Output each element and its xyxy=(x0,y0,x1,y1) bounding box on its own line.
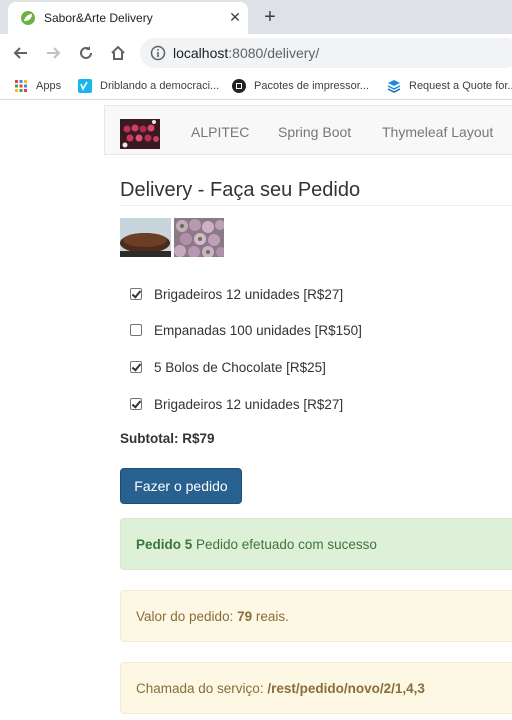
browser-tab[interactable]: Sabor&Arte Delivery ✕ xyxy=(8,2,248,34)
checkbox-item-1[interactable] xyxy=(130,288,142,300)
bookmark-pacotes[interactable]: Pacotes de impressor... xyxy=(232,77,369,95)
back-icon[interactable] xyxy=(9,41,33,65)
bookmark-label: Apps xyxy=(36,80,62,92)
order-number: Pedido 5 xyxy=(136,536,193,552)
brand-logo[interactable] xyxy=(120,119,160,149)
service-call-alert: Chamada do serviço: /rest/pedido/novo/2/… xyxy=(120,662,512,714)
service-call-path: /rest/pedido/novo/2/1,4,3 xyxy=(267,680,425,696)
subtotal-text: Subtotal: R$79 xyxy=(120,431,215,446)
bookmark-request-quote[interactable]: Request a Quote for... xyxy=(387,77,512,95)
product-image-brigadeiros xyxy=(174,218,224,257)
bookmark-label: Request a Quote for... xyxy=(409,80,512,92)
bookmarks-bar: Apps Driblando a democraci... Pacotes de… xyxy=(0,72,512,100)
place-order-button[interactable]: Fazer o pedido xyxy=(120,468,242,504)
url-path: :8080/delivery/ xyxy=(228,45,320,61)
service-call-label: Chamada do serviço: xyxy=(136,680,268,696)
bookmark-apps[interactable]: Apps xyxy=(14,77,61,95)
product-image-bolo xyxy=(120,218,171,257)
checkbox-item-2[interactable] xyxy=(130,324,142,336)
vimeo-icon xyxy=(78,79,92,93)
success-alert: Pedido 5 Pedido efetuado com sucesso xyxy=(120,518,512,570)
item-label: Brigadeiros 12 unidades [R$27] xyxy=(154,286,344,302)
browser-tabstrip: Sabor&Arte Delivery ✕ + xyxy=(0,0,512,34)
item-label: 5 Bolos de Chocolate [R$25] xyxy=(154,359,326,375)
page-title: Delivery - Faça seu Pedido xyxy=(120,179,361,201)
browser-toolbar: localhost:8080/delivery/ xyxy=(0,34,512,72)
title-divider xyxy=(120,205,512,206)
top-navbar: ALPITEC Spring Boot Thymeleaf Layout xyxy=(104,105,512,155)
nav-link-thymeleaf-layout[interactable]: Thymeleaf Layout xyxy=(382,124,493,140)
checkbox-item-4[interactable] xyxy=(130,398,142,410)
item-label: Brigadeiros 12 unidades [R$27] xyxy=(154,396,344,412)
order-value-alert: Valor do pedido: 79 reais. xyxy=(120,590,512,642)
url-host: localhost xyxy=(173,45,229,61)
order-item-2[interactable]: Empanadas 100 unidades [R$150] xyxy=(130,321,362,339)
apps-grid-icon xyxy=(15,80,27,92)
address-bar[interactable]: localhost:8080/delivery/ xyxy=(140,38,512,68)
item-label: Empanadas 100 unidades [R$150] xyxy=(154,322,362,338)
nav-link-alpitec[interactable]: ALPITEC xyxy=(191,124,249,140)
order-value-label: Valor do pedido: xyxy=(136,608,238,624)
info-icon[interactable] xyxy=(150,45,166,61)
order-value-amount: 79 xyxy=(237,608,253,624)
bookmark-label: Driblando a democraci... xyxy=(100,80,220,92)
new-tab-icon[interactable]: + xyxy=(260,6,280,28)
page-content: ALPITEC Spring Boot Thymeleaf Layout Del… xyxy=(0,101,512,720)
order-item-3[interactable]: 5 Bolos de Chocolate [R$25] xyxy=(130,358,326,376)
nav-link-spring-boot[interactable]: Spring Boot xyxy=(278,124,351,140)
home-icon[interactable] xyxy=(106,41,130,65)
stack-icon xyxy=(387,80,401,93)
bookmark-driblando[interactable]: Driblando a democraci... xyxy=(78,77,219,95)
spring-leaf-icon xyxy=(21,11,35,25)
order-item-1[interactable]: Brigadeiros 12 unidades [R$27] xyxy=(130,285,343,303)
order-item-4[interactable]: Brigadeiros 12 unidades [R$27] xyxy=(130,395,343,413)
reload-icon[interactable] xyxy=(74,41,98,65)
success-message: Pedido efetuado com sucesso xyxy=(192,536,377,552)
order-value-unit: reais. xyxy=(252,608,289,624)
tab-title: Sabor&Arte Delivery xyxy=(44,11,153,25)
checkbox-item-3[interactable] xyxy=(130,361,142,373)
printer-icon xyxy=(232,79,246,93)
bookmark-label: Pacotes de impressor... xyxy=(254,80,369,92)
close-tab-icon[interactable]: ✕ xyxy=(226,8,244,26)
url-text[interactable]: localhost:8080/delivery/ xyxy=(173,45,319,61)
forward-icon[interactable] xyxy=(41,41,65,65)
